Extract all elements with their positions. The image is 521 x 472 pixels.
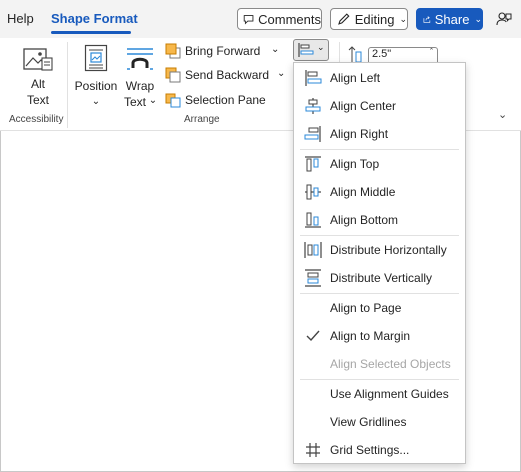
menu-item-label: Align Center — [330, 99, 397, 113]
menu-item-use-alignment-guides[interactable]: Use Alignment Guides — [294, 382, 465, 406]
selection-pane-label: Selection Pane — [185, 93, 266, 107]
distribute-vertically-icon — [305, 269, 321, 287]
send-backward-button[interactable]: Send Backward — [165, 65, 269, 85]
menu-item-label: Distribute Horizontally — [330, 243, 447, 257]
chevron-down-icon: ⌄ — [91, 96, 101, 107]
grid-icon — [306, 443, 320, 457]
send-backward-icon — [165, 67, 181, 83]
selection-pane-button[interactable]: Selection Pane — [165, 90, 266, 110]
wrap-text-button[interactable]: Wrap Text ⌄ — [122, 42, 158, 109]
bring-forward-icon — [165, 43, 181, 59]
pencil-icon — [338, 13, 350, 25]
checkmark-icon — [306, 330, 320, 342]
menu-item-align-to-margin[interactable]: Align to Margin — [294, 324, 465, 348]
menu-item-distribute-vertically[interactable]: Distribute Vertically — [294, 266, 465, 290]
chevron-down-icon[interactable]: ⌄ — [277, 68, 285, 79]
menu-item-label: Align Right — [330, 127, 389, 141]
position-button[interactable]: Position ⌄ — [73, 42, 119, 108]
menu-item-label: Use Alignment Guides — [330, 387, 449, 401]
alt-text-line1: Alt — [30, 77, 45, 91]
comments-button[interactable]: Comments — [237, 8, 322, 30]
chevron-down-icon: ⌄ — [148, 95, 158, 106]
alt-text-line2: Text — [26, 93, 49, 107]
menu-item-align-to-page[interactable]: Align to Page — [294, 296, 465, 320]
menu-item-label: Align Bottom — [330, 213, 399, 227]
editing-label: Editing — [354, 11, 395, 27]
distribute-horizontally-icon — [304, 242, 322, 258]
align-bottom-icon — [305, 212, 321, 228]
alt-text-button[interactable]: Alt Text — [18, 42, 58, 107]
comment-icon — [243, 14, 254, 25]
menu-item-align-left[interactable]: Align Left — [294, 66, 465, 90]
menu-item-distribute-horizontally[interactable]: Distribute Horizontally — [294, 238, 465, 262]
menu-item-label: Grid Settings... — [330, 443, 410, 457]
align-center-icon — [305, 98, 321, 114]
menu-separator — [300, 293, 459, 294]
chevron-down-icon[interactable]: ⌄ — [271, 44, 279, 55]
menu-item-view-gridlines[interactable]: View Gridlines — [294, 410, 465, 434]
menu-item-label: Align Middle — [330, 185, 396, 199]
editing-mode-button[interactable]: Editing ⌄ — [330, 8, 408, 30]
menu-item-label: Align to Page — [330, 301, 402, 315]
align-dropdown-button[interactable]: ⌄ — [293, 39, 329, 61]
tab-help[interactable]: Help — [7, 11, 34, 26]
alt-text-icon — [23, 48, 53, 71]
wrap-text-line1: Wrap — [125, 79, 155, 93]
align-middle-icon — [305, 184, 321, 200]
tab-shape-format[interactable]: Shape Format — [51, 11, 138, 26]
wrap-text-icon — [127, 48, 153, 70]
chevron-down-icon: ⌄ — [474, 13, 482, 24]
menu-item-align-top[interactable]: Align Top — [294, 152, 465, 176]
menu-separator — [300, 149, 459, 150]
menu-item-label: Align Left — [330, 71, 381, 85]
menu-item-label: Align to Margin — [330, 329, 411, 343]
menu-item-grid-settings[interactable]: Grid Settings... — [294, 438, 465, 462]
menu-item-label: Align Selected Objects — [330, 357, 451, 371]
bring-forward-label: Bring Forward — [185, 44, 261, 58]
menu-separator — [300, 379, 459, 380]
menu-item-align-right[interactable]: Align Right — [294, 122, 465, 146]
menu-separator — [300, 235, 459, 236]
menu-item-label: Align Top — [330, 157, 380, 171]
wrap-text-line2: Text — [123, 95, 146, 109]
group-label-arrange: Arrange — [184, 114, 220, 125]
menu-item-align-middle[interactable]: Align Middle — [294, 180, 465, 204]
active-tab-indicator — [51, 31, 131, 34]
menu-item-align-bottom[interactable]: Align Bottom — [294, 208, 465, 232]
group-label-accessibility: Accessibility — [9, 114, 64, 125]
chevron-down-icon: ⌄ — [317, 42, 325, 52]
position-icon — [84, 44, 108, 72]
align-right-icon — [304, 126, 321, 142]
menu-item-label: View Gridlines — [330, 415, 407, 429]
comments-label: Comments — [258, 11, 321, 27]
position-label: Position — [74, 79, 118, 93]
ribbon-expand-chevron-icon[interactable]: ⌄ — [498, 108, 507, 121]
share-icon — [423, 15, 431, 23]
align-top-icon — [305, 156, 321, 172]
menu-item-align-selected-objects: Align Selected Objects — [294, 352, 465, 376]
spin-up-icon[interactable]: ˆ — [430, 47, 433, 57]
bring-forward-button[interactable]: Bring Forward — [165, 41, 260, 61]
menu-item-align-center[interactable]: Align Center — [294, 94, 465, 118]
share-label: Share — [434, 11, 470, 27]
tab-bar: Help Shape Format Comments Editing ⌄ Sha… — [0, 0, 521, 38]
selection-pane-icon — [165, 93, 181, 108]
shape-height-value: 2.5" — [372, 48, 392, 60]
menu-item-label: Distribute Vertically — [330, 271, 433, 285]
share-button[interactable]: Share ⌄ — [416, 8, 483, 30]
chevron-down-icon: ⌄ — [399, 13, 407, 24]
send-backward-label: Send Backward — [185, 68, 270, 82]
group-divider — [67, 42, 68, 128]
align-dropdown-menu: Align Left Align Center Align Right Alig… — [293, 62, 466, 464]
align-left-icon — [305, 70, 322, 86]
feedback-icon[interactable] — [496, 11, 512, 27]
align-icon — [298, 43, 314, 57]
